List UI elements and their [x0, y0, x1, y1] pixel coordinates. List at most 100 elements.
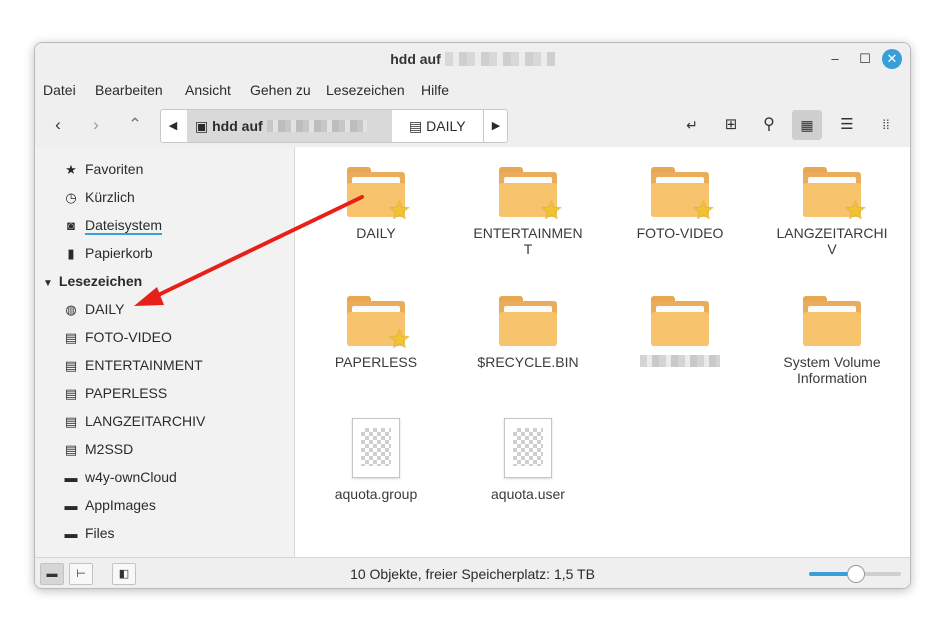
folder-item-langzeitarchiv[interactable]: ★ LANGZEITARCHI V [767, 167, 897, 257]
sidebar-item-label: DAILY [85, 301, 125, 317]
folder-icon: ▬ [64, 498, 78, 513]
list-icon: ☰ [840, 116, 854, 133]
menu-bearbeiten[interactable]: Bearbeiten [95, 82, 163, 98]
globe-icon: ◍ [65, 302, 77, 317]
folder-label: $RECYCLE.BIN [477, 354, 579, 370]
menu-hilfe[interactable]: Hilfe [421, 82, 449, 98]
zoom-slider-handle[interactable] [847, 565, 865, 583]
folder-item-foto-video[interactable]: ★ FOTO-VIDEO [615, 167, 745, 241]
open-terminal-button[interactable]: ↵ [677, 110, 707, 140]
folder-icon: ▬ [64, 470, 78, 485]
star-emblem-icon: ★ [691, 195, 715, 225]
status-text: 10 Objekte, freier Speicherplatz: 1,5 TB [350, 566, 595, 582]
sidebar: ★ Favoriten ◷ Kürzlich ◙ Dateisystem ▮ Papie… [35, 147, 295, 557]
path-segment-daily[interactable]: ▤ DAILY [401, 110, 486, 142]
folder-item-redacted[interactable] [615, 296, 745, 370]
folder-network-icon: ▤ [64, 358, 78, 373]
chevron-left-icon: ‹ [55, 115, 61, 134]
folder-icon: ★ [803, 167, 867, 223]
folder-label: DAILY [356, 225, 396, 241]
sidebar-item-label: Dateisystem [85, 217, 163, 235]
menu-bar: Datei Bearbeiten Ansicht Gehen zu Leseze… [35, 75, 910, 103]
folder-label: PAPERLESS [334, 354, 418, 370]
folder-label: FOTO-VIDEO [636, 225, 724, 241]
back-button[interactable]: ‹ [43, 110, 73, 140]
zoom-slider[interactable] [809, 565, 901, 583]
path-segment-hdd[interactable]: ▣ hdd auf [187, 110, 392, 142]
path-segment-daily-label: DAILY [426, 118, 466, 134]
redacted-title-part [444, 52, 555, 66]
folder-item-entertainment[interactable]: ★ ENTERTAINMEN T [463, 167, 593, 257]
status-bar: ▬ ⊢ ◧ 10 Objekte, freier Speicherplatz: … [35, 557, 910, 588]
sidebar-item-label: M2SSD [85, 441, 134, 457]
forward-button[interactable]: › [81, 110, 111, 140]
sidebar-item-langzeitarchiv[interactable]: ▤ LANGZEITARCHIV [63, 409, 205, 433]
chevron-down-icon: ▼ [43, 278, 53, 289]
sidebar-section-lesezeichen[interactable]: ▼ Lesezeichen [43, 269, 142, 293]
folder-icon [803, 296, 861, 346]
path-scroll-right-button[interactable]: ▶ [483, 110, 508, 142]
toolbar: ‹ › ⌃ ◀ ▣ hdd auf ▤ DAILY ▶ ↵ ⊞ ⚲ ▦ ☰ ⁞⁞ [35, 103, 910, 148]
file-item-aquota-user[interactable]: aquota.user [463, 418, 593, 502]
folder-item-system-volume-information[interactable]: System Volume Information [767, 296, 897, 386]
menu-lesezeichen[interactable]: Lesezeichen [326, 82, 405, 98]
folder-network-icon: ▤ [64, 386, 78, 401]
sidebar-item-label: LANGZEITARCHIV [85, 413, 206, 429]
sidebar-item-m2ssd[interactable]: ▤ M2SSD [63, 437, 133, 461]
menu-ansicht[interactable]: Ansicht [185, 82, 231, 98]
sidebar-item-foto-video[interactable]: ▤ FOTO-VIDEO [63, 325, 172, 349]
title-bar: hdd auf – ☐ ✕ [35, 43, 910, 75]
file-label: aquota.group [334, 486, 418, 502]
sidebar-item-label: AppImages [85, 497, 156, 513]
compact-grid-icon: ⁞⁞ [882, 117, 890, 132]
folder-icon: ▬ [64, 526, 78, 541]
menu-datei[interactable]: Datei [43, 82, 76, 98]
file-item-aquota-group[interactable]: aquota.group [311, 418, 441, 502]
file-thumbnail-icon [504, 418, 552, 478]
folder-icon [651, 296, 709, 346]
list-view-button[interactable]: ☰ [832, 110, 862, 140]
sidebar-item-files[interactable]: ▬ Files [63, 521, 115, 545]
window-title-text: hdd auf [390, 51, 441, 67]
folder-label-redacted [615, 354, 745, 370]
folder-label: ENTERTAINMEN T [473, 225, 583, 257]
sidebar-item-label: ENTERTAINMENT [85, 357, 203, 373]
folder-plus-icon: ⊞ [724, 116, 738, 133]
path-segment-hdd-label: hdd auf [212, 118, 263, 134]
folder-icon: ★ [347, 296, 411, 352]
folder-icon: ★ [651, 167, 715, 223]
sidebar-item-appimages[interactable]: ▬ AppImages [63, 493, 156, 517]
folder-network-icon: ▤ [64, 330, 78, 345]
sidebar-item-entertainment[interactable]: ▤ ENTERTAINMENT [63, 353, 203, 377]
window-title: hdd auf [35, 51, 910, 67]
file-view: ★ DAILY ★ ENTERTAINMEN T ★ FOTO-VIDEO ★ … [295, 147, 910, 557]
up-button[interactable]: ⌃ [120, 110, 150, 140]
folder-item-daily[interactable]: ★ DAILY [311, 167, 441, 241]
sidebar-item-label: w4y-ownCloud [85, 469, 177, 485]
sidebar-item-kuerzlich[interactable]: ◷ Kürzlich [63, 185, 134, 209]
sidebar-item-favoriten[interactable]: ★ Favoriten [63, 157, 143, 181]
folder-item-recycle-bin[interactable]: $RECYCLE.BIN [463, 296, 593, 370]
sidebar-item-label: Favoriten [85, 161, 144, 177]
chevron-up-icon: ⌃ [127, 115, 143, 134]
sidebar-item-papierkorb[interactable]: ▮ Papierkorb [63, 241, 152, 265]
folder-label: System Volume Information [783, 354, 881, 386]
folder-icon: ★ [347, 167, 411, 223]
path-scroll-left-button[interactable]: ◀ [161, 110, 185, 142]
file-label: aquota.user [491, 486, 565, 502]
sidebar-item-dateisystem[interactable]: ◙ Dateisystem [63, 213, 163, 237]
sidebar-item-w4y-owncloud[interactable]: ▬ w4y-ownCloud [63, 465, 177, 489]
close-button[interactable]: ✕ [882, 49, 902, 69]
folder-item-paperless[interactable]: ★ PAPERLESS [311, 296, 441, 370]
sidebar-item-label: FOTO-VIDEO [85, 329, 172, 345]
menu-gehen-zu[interactable]: Gehen zu [250, 82, 311, 98]
maximize-button[interactable]: ☐ [855, 49, 875, 69]
icon-view-button[interactable]: ▦ [792, 110, 822, 140]
minimize-button[interactable]: – [825, 49, 845, 69]
compact-view-button[interactable]: ⁞⁞ [871, 110, 901, 140]
sidebar-item-daily[interactable]: ◍ DAILY [63, 297, 124, 321]
search-button[interactable]: ⚲ [754, 110, 784, 140]
new-folder-button[interactable]: ⊞ [716, 110, 746, 140]
trash-icon: ▮ [67, 246, 75, 261]
sidebar-item-paperless[interactable]: ▤ PAPERLESS [63, 381, 167, 405]
